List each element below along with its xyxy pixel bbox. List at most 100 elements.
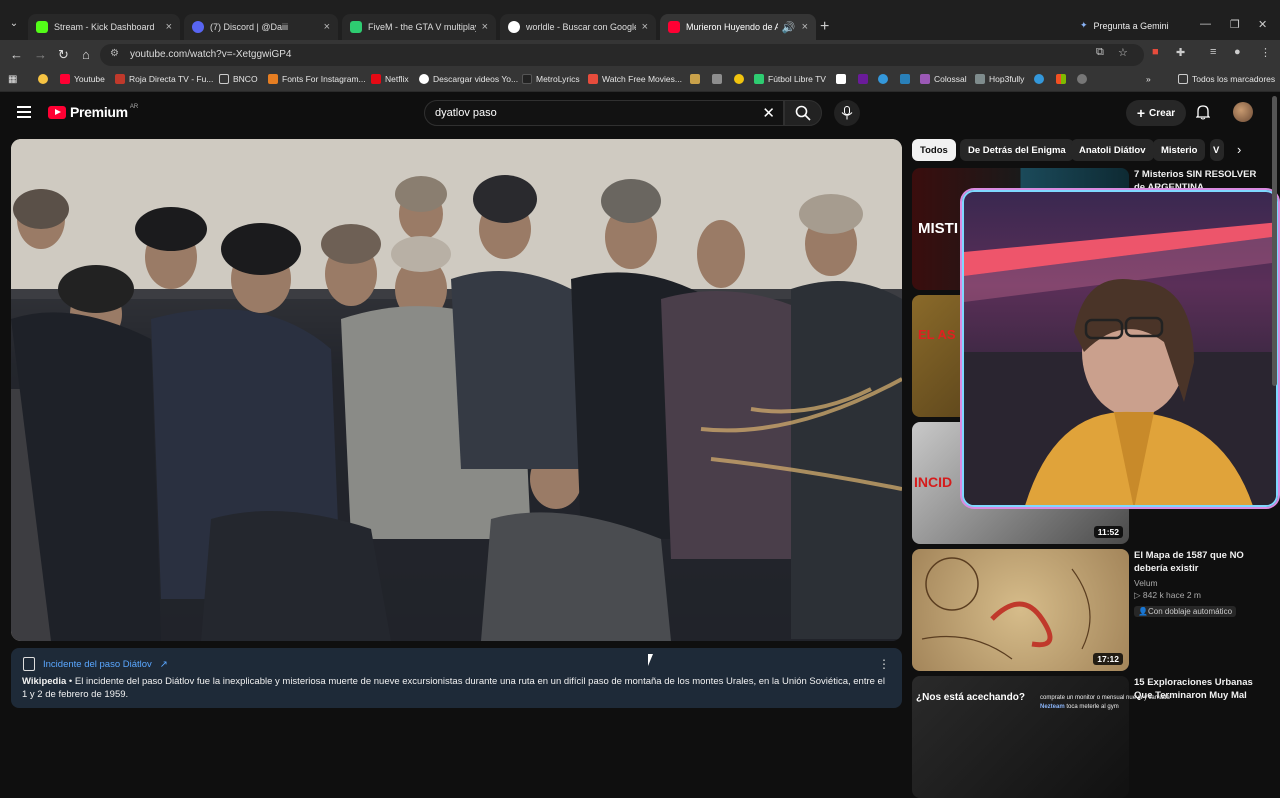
install-icon[interactable]: ⧉	[1096, 46, 1104, 59]
chip-misterio[interactable]: Misterio	[1153, 139, 1206, 161]
extension-icon[interactable]: ■	[1152, 46, 1159, 58]
puzzle-icon[interactable]: ✚	[1176, 46, 1185, 59]
youtube-premium-logo[interactable]: Premium AR	[48, 104, 138, 120]
bookmark-item[interactable]: Fútbol Libre TV	[754, 74, 826, 84]
microsoft-icon[interactable]	[1056, 74, 1070, 84]
bookmark-item[interactable]	[38, 74, 52, 84]
discord-icon	[192, 21, 204, 33]
bookmark-item[interactable]: Hop3fully	[975, 74, 1024, 84]
external-link-icon[interactable]: ↗	[160, 659, 168, 670]
new-tab-button[interactable]: +	[820, 18, 829, 36]
chip-todos[interactable]: Todos	[912, 139, 956, 161]
plus-icon: +	[1136, 105, 1146, 121]
tab-title: FiveM - the GTA V multiplayer m	[368, 22, 476, 32]
omnibox[interactable]: ⚙ youtube.com/watch?v=-XetggwiGP4	[100, 44, 1144, 66]
scrollbar[interactable]	[1272, 96, 1277, 386]
video-title[interactable]: El Mapa de 1587 que NO debería existir	[1134, 549, 1262, 575]
close-icon[interactable]: ×	[324, 21, 330, 33]
bookmark-item[interactable]: MetroLyrics	[522, 74, 580, 84]
gemini-icon: ✦	[1080, 20, 1088, 30]
all-bookmarks-folder[interactable]: Todos los marcadores	[1178, 74, 1275, 84]
close-icon[interactable]: ×	[642, 21, 648, 33]
webcam-overlay	[962, 190, 1278, 507]
voice-search-button[interactable]	[834, 100, 860, 126]
fivem-icon	[350, 21, 362, 33]
reload-button[interactable]: ↻	[58, 47, 69, 63]
chat-message: Nezteam toca meterle al gym	[1040, 704, 1119, 710]
close-icon[interactable]: ×	[802, 21, 808, 33]
tab-search-icon[interactable]: ⌄	[6, 18, 22, 34]
clear-search-icon[interactable]: ✕	[762, 104, 775, 122]
more-options-icon[interactable]: ⋮	[878, 657, 890, 671]
chevron-right-icon[interactable]: ›	[1237, 142, 1241, 157]
bookmark-item[interactable]: Descargar videos Yo...	[419, 74, 518, 84]
gemini-button[interactable]: ✦ Pregunta a Gemini	[1080, 20, 1169, 31]
minimize-button[interactable]: —	[1200, 18, 1211, 30]
tab-discord[interactable]: (7) Discord | @Daiii ×	[184, 14, 338, 40]
menu-dots-icon[interactable]: ⋮	[1260, 46, 1271, 59]
search-query: dyatlov paso	[435, 107, 497, 119]
thumbnail-text: INCID	[914, 474, 953, 490]
back-button[interactable]: ←	[10, 47, 23, 62]
tab-fivem[interactable]: FiveM - the GTA V multiplayer m ×	[342, 14, 496, 40]
tab-title: (7) Discord | @Daiii	[210, 22, 288, 32]
search-input[interactable]: dyatlov paso ✕	[424, 100, 784, 126]
bookmark-icon-only[interactable]	[690, 74, 704, 84]
profile-icon[interactable]: ●	[1234, 46, 1241, 58]
bookmark-icon-only[interactable]	[900, 74, 914, 84]
bookmark-icon-only[interactable]	[836, 74, 850, 84]
bookmark-item[interactable]: Roja Directa TV - Fu...	[115, 74, 213, 84]
bookmark-icon-only[interactable]	[734, 74, 748, 84]
notifications-button[interactable]	[1195, 104, 1211, 125]
bookmark-folder[interactable]: BNCO	[219, 74, 258, 84]
bookmark-item[interactable]: Colossal	[920, 74, 967, 84]
side-video-4[interactable]: 17:12 El Mapa de 1587 que NO debería exi…	[912, 549, 1262, 671]
dubbing-badge: 👤Con doblaje automático	[1134, 606, 1237, 617]
bookmark-icon-only[interactable]	[712, 74, 726, 84]
tab-title: worldle - Buscar con Google	[526, 22, 636, 32]
bookmark-item[interactable]: Watch Free Movies...	[588, 74, 682, 84]
maximize-button[interactable]: ❐	[1230, 18, 1240, 31]
playlist-icon[interactable]: ≡	[1210, 46, 1216, 58]
wiki-source: Wikipedia	[22, 676, 67, 687]
speaker-icon[interactable]: 🔊	[782, 21, 796, 34]
bookmark-icon-only[interactable]	[878, 74, 892, 84]
bookmark-icon-only[interactable]	[1034, 74, 1048, 84]
close-icon[interactable]: ×	[482, 21, 488, 33]
webcam-feed	[964, 222, 1276, 505]
google-icon	[508, 21, 520, 33]
bookmark-item[interactable]: Fonts For Instagram...	[268, 74, 366, 84]
bookmark-icon-only[interactable]	[858, 74, 872, 84]
thumbnail[interactable]: 17:12	[912, 549, 1129, 671]
kick-icon	[36, 21, 48, 33]
bookmark-item[interactable]: Youtube	[60, 74, 105, 84]
bookmark-item[interactable]: Netflix	[371, 74, 409, 84]
site-info-icon[interactable]: ⚙	[110, 48, 119, 59]
youtube-icon	[668, 21, 680, 33]
wiki-link[interactable]: Incidente del paso Diátlov	[43, 659, 152, 670]
tab-google[interactable]: worldle - Buscar con Google ×	[500, 14, 656, 40]
star-icon[interactable]: ☆	[1118, 46, 1128, 59]
menu-icon[interactable]	[17, 106, 31, 121]
apps-icon[interactable]: ▦	[8, 74, 17, 85]
tab-youtube[interactable]: Murieron Huyendo de Algo 🔊 ×	[660, 14, 816, 40]
forward-button[interactable]: →	[34, 47, 47, 62]
tab-kick[interactable]: Stream - Kick Dashboard ×	[28, 14, 180, 40]
channel-name[interactable]: Velum	[1134, 578, 1262, 588]
stream-chat-overlay: comprate un monitor o mensual nueva y ll…	[1040, 694, 1170, 712]
home-icon[interactable]: ⌂	[82, 47, 90, 62]
close-icon[interactable]: ×	[166, 21, 172, 33]
address-bar-row: ← → ↻ ⌂ ⚙ youtube.com/watch?v=-XetggwiGP…	[0, 40, 1280, 70]
gemini-label: Pregunta a Gemini	[1093, 20, 1169, 31]
chip-anatoli-diatlov[interactable]: Anatoli Diátlov	[1071, 139, 1154, 161]
search-button[interactable]	[784, 100, 822, 126]
thumbnail-text: ¿Nos está acechando?	[916, 692, 1025, 703]
chip-partial[interactable]: V	[1210, 139, 1224, 161]
video-player[interactable]	[11, 139, 902, 641]
chip-detras-del-enigma[interactable]: De Detrás del Enigma	[960, 139, 1074, 161]
close-window-button[interactable]: ✕	[1258, 18, 1267, 31]
globe-icon[interactable]	[1077, 74, 1091, 84]
more-bookmarks-icon[interactable]: »	[1146, 74, 1151, 84]
avatar[interactable]	[1233, 102, 1253, 122]
create-button[interactable]: + Crear	[1126, 100, 1186, 126]
